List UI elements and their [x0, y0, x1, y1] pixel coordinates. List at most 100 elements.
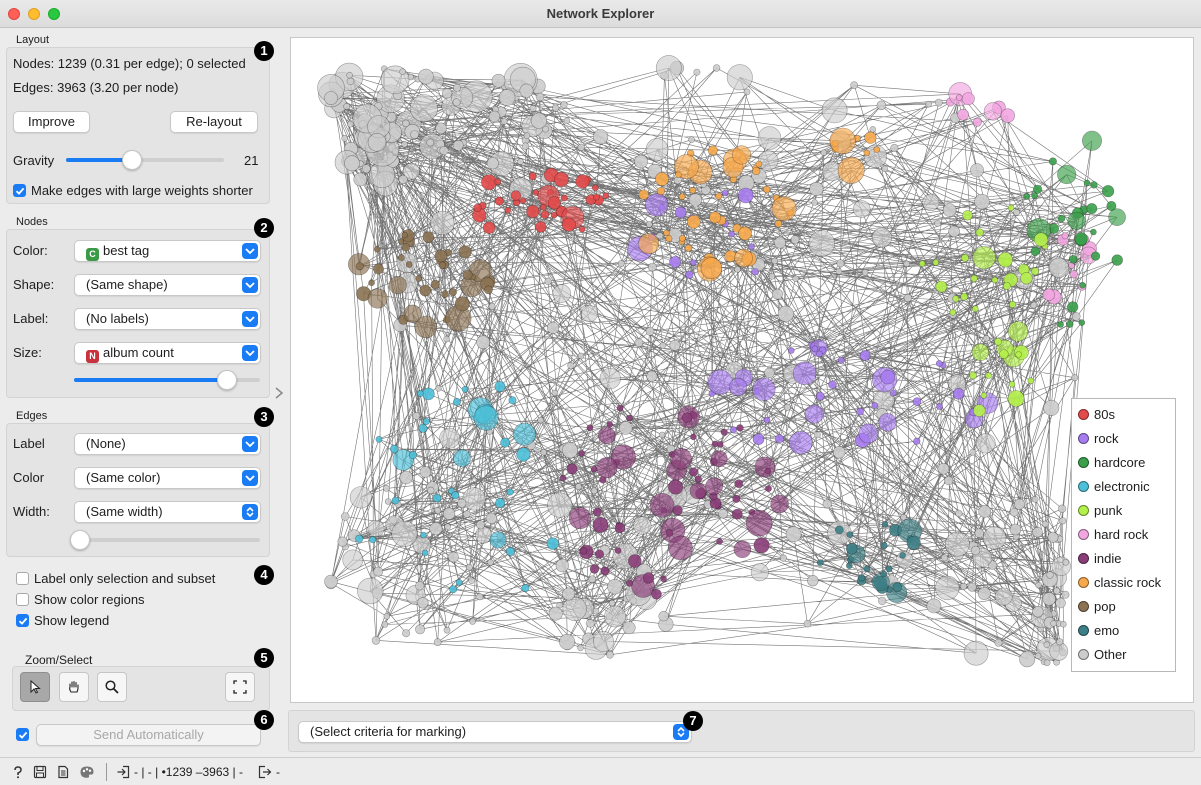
- zoom-window-button[interactable]: [48, 8, 60, 20]
- network-node[interactable]: [638, 233, 660, 255]
- network-node[interactable]: [816, 350, 823, 358]
- network-node[interactable]: [415, 581, 425, 591]
- network-node[interactable]: [349, 486, 373, 509]
- network-node[interactable]: [871, 227, 893, 248]
- network-node[interactable]: [863, 565, 871, 573]
- network-node[interactable]: [685, 270, 694, 279]
- network-node[interactable]: [960, 253, 969, 262]
- network-node[interactable]: [1043, 399, 1060, 416]
- network-node[interactable]: [494, 196, 504, 206]
- network-node[interactable]: [1067, 211, 1086, 230]
- network-node[interactable]: [669, 256, 681, 268]
- network-node[interactable]: [969, 448, 977, 456]
- network-node[interactable]: [906, 535, 921, 550]
- network-node[interactable]: [674, 206, 687, 219]
- network-node[interactable]: [732, 494, 741, 503]
- network-node[interactable]: [994, 587, 1013, 606]
- network-node[interactable]: [736, 424, 744, 432]
- network-node[interactable]: [419, 466, 432, 478]
- network-node[interactable]: [1068, 262, 1075, 269]
- network-node[interactable]: [645, 193, 669, 217]
- network-node[interactable]: [593, 129, 609, 145]
- network-node[interactable]: [324, 574, 338, 589]
- network-node[interactable]: [371, 636, 381, 645]
- network-node[interactable]: [537, 416, 544, 424]
- network-node[interactable]: [441, 87, 453, 99]
- network-node[interactable]: [627, 554, 642, 568]
- network-node[interactable]: [845, 562, 853, 570]
- network-node[interactable]: [399, 470, 413, 485]
- network-node[interactable]: [787, 347, 795, 354]
- network-node[interactable]: [508, 396, 517, 405]
- network-node[interactable]: [655, 55, 682, 81]
- network-node[interactable]: [618, 421, 633, 435]
- network-node[interactable]: [1090, 181, 1098, 189]
- network-node[interactable]: [1035, 581, 1042, 589]
- network-node[interactable]: [754, 456, 776, 478]
- network-node[interactable]: [771, 288, 783, 300]
- network-node[interactable]: [399, 68, 406, 76]
- network-node[interactable]: [1086, 203, 1098, 215]
- network-node[interactable]: [575, 483, 582, 491]
- network-node[interactable]: [412, 411, 421, 420]
- network-node[interactable]: [1071, 312, 1081, 321]
- network-node[interactable]: [415, 624, 426, 635]
- network-node[interactable]: [528, 172, 537, 181]
- network-node[interactable]: [934, 219, 942, 227]
- network-node[interactable]: [487, 559, 494, 566]
- save-icon[interactable]: [33, 765, 47, 779]
- network-node[interactable]: [346, 120, 354, 128]
- network-node[interactable]: [734, 479, 744, 489]
- network-node[interactable]: [881, 165, 889, 173]
- network-node[interactable]: [476, 520, 486, 530]
- network-node[interactable]: [540, 210, 550, 219]
- network-node[interactable]: [983, 334, 990, 342]
- network-node[interactable]: [562, 596, 587, 621]
- network-node[interactable]: [940, 554, 949, 562]
- network-node[interactable]: [1030, 267, 1039, 276]
- network-node[interactable]: [716, 538, 723, 545]
- network-node[interactable]: [590, 487, 598, 495]
- network-node[interactable]: [1048, 257, 1070, 278]
- network-node[interactable]: [645, 221, 653, 228]
- network-node[interactable]: [1015, 351, 1022, 358]
- network-node[interactable]: [932, 259, 940, 266]
- network-node[interactable]: [935, 360, 943, 367]
- select-tool-button[interactable]: [20, 672, 50, 702]
- network-node[interactable]: [516, 447, 531, 462]
- network-node[interactable]: [434, 507, 442, 515]
- network-node[interactable]: [1031, 495, 1039, 503]
- close-window-button[interactable]: [8, 8, 20, 20]
- network-node[interactable]: [398, 254, 405, 261]
- network-node[interactable]: [972, 246, 996, 270]
- network-node[interactable]: [1009, 507, 1019, 517]
- network-node[interactable]: [771, 257, 779, 265]
- network-node[interactable]: [622, 621, 636, 635]
- network-node[interactable]: [752, 166, 761, 176]
- improve-button[interactable]: Improve: [13, 111, 90, 133]
- network-node[interactable]: [707, 145, 718, 156]
- node-shape-combo[interactable]: (Same shape): [74, 274, 261, 296]
- network-node[interactable]: [809, 181, 824, 197]
- network-node[interactable]: [422, 387, 435, 401]
- network-node[interactable]: [821, 97, 848, 124]
- network-node[interactable]: [903, 293, 913, 303]
- show-legend-checkbox[interactable]: [16, 614, 29, 627]
- fit-view-button[interactable]: [225, 672, 255, 702]
- network-node[interactable]: [1061, 590, 1070, 599]
- network-node[interactable]: [969, 371, 977, 380]
- network-node[interactable]: [1043, 641, 1051, 649]
- network-node[interactable]: [811, 199, 819, 206]
- network-node[interactable]: [390, 444, 399, 454]
- network-node[interactable]: [880, 369, 896, 385]
- network-node[interactable]: [553, 172, 569, 188]
- network-node[interactable]: [443, 626, 451, 634]
- network-node[interactable]: [743, 88, 751, 96]
- edge-width-combo[interactable]: (Same width): [74, 501, 261, 523]
- network-node[interactable]: [1047, 531, 1059, 543]
- network-node[interactable]: [646, 370, 658, 382]
- network-node[interactable]: [972, 404, 986, 417]
- network-node[interactable]: [689, 259, 697, 266]
- network-node[interactable]: [935, 280, 948, 293]
- edge-color-combo[interactable]: (Same color): [74, 467, 261, 489]
